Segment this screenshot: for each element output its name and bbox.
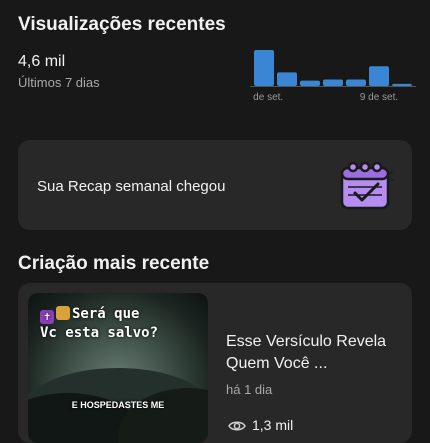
video-age: há 1 dia xyxy=(226,382,273,397)
chart-tick-label: 9 de set. xyxy=(360,92,398,103)
section-title-recent-views: Visualizações recentes xyxy=(18,14,226,35)
chart-bar xyxy=(392,83,412,86)
thumbnail-text: ✝ Será que Vc esta salvo? xyxy=(40,305,200,342)
calendar-check-icon xyxy=(340,161,394,210)
thumbnail-line-2: Vc esta salvo? xyxy=(40,325,159,341)
chart-bar xyxy=(254,50,274,86)
eye-icon xyxy=(228,421,246,431)
chart-bar xyxy=(300,80,320,86)
cross-icon: ✝ xyxy=(40,310,54,324)
weekly-recap-card[interactable]: Sua Recap semanal chegou xyxy=(18,140,412,230)
views-period: Últimos 7 dias xyxy=(18,75,100,90)
thumbnail-caption: E HOSPEDASTES ME xyxy=(71,400,165,410)
video-views-count: 1,3 mil xyxy=(252,417,294,433)
section-title-latest-creation: Criação mais recente xyxy=(18,253,210,274)
video-thumbnail[interactable]: ✝ Será que Vc esta salvo? E HOSPEDASTES M… xyxy=(28,293,208,443)
thumbnail-line-1: Será que xyxy=(72,306,140,322)
chart-bar xyxy=(369,66,389,86)
chart-svg: 3 de set. 9 de set. xyxy=(250,50,416,103)
flexed-arm-icon xyxy=(56,306,70,320)
chart-tick-label: 3 de set. xyxy=(250,92,283,103)
chart-bar xyxy=(346,79,366,86)
video-title[interactable]: Esse Versículo Revela Quem Você ... xyxy=(226,331,401,375)
chart-bar xyxy=(323,79,343,86)
views-bar-chart[interactable]: 3 de set. 9 de set. xyxy=(250,40,416,104)
views-count: 4,6 mil xyxy=(18,53,66,70)
recap-label: Sua Recap semanal chegou xyxy=(37,178,226,195)
latest-video-card[interactable]: ✝ Será que Vc esta salvo? E HOSPEDASTES M… xyxy=(18,283,412,443)
chart-bar xyxy=(277,72,297,86)
